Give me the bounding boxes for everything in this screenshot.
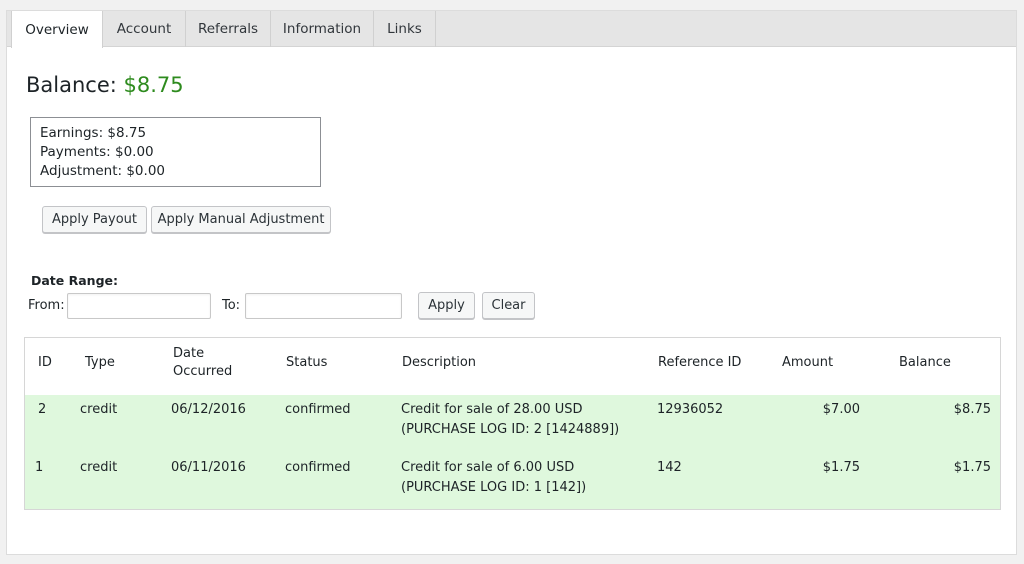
- header-date-occurred: Date Occurred: [173, 345, 232, 381]
- tab-overview[interactable]: Overview: [11, 11, 103, 48]
- tab-account[interactable]: Account: [103, 11, 186, 47]
- row-description-line1: Credit for sale of 28.00 USD: [401, 402, 583, 417]
- from-date-input[interactable]: [67, 293, 211, 319]
- row-type: credit: [80, 402, 118, 417]
- table-row: 2 credit 06/12/2016 confirmed Credit for…: [25, 395, 1000, 453]
- row-date: 06/11/2016: [171, 460, 246, 475]
- affiliate-panel: Overview Account Referrals Information L…: [6, 10, 1017, 555]
- row-description-line2: (PURCHASE LOG ID: 1 [142]): [401, 480, 587, 495]
- apply-payout-button[interactable]: Apply Payout: [42, 206, 147, 233]
- header-balance: Balance: [899, 355, 951, 370]
- row-description: Credit for sale of 6.00 USD (PURCHASE LO…: [401, 458, 586, 498]
- date-range-title: Date Range:: [31, 273, 118, 288]
- row-date: 06/12/2016: [171, 402, 246, 417]
- tab-links[interactable]: Links: [374, 11, 436, 47]
- to-label: To:: [222, 298, 241, 313]
- earnings-line: Earnings: $8.75: [40, 125, 147, 141]
- header-id: ID: [38, 355, 52, 370]
- table-header: ID Type Date Occurred Status Description…: [25, 338, 1000, 396]
- row-amount: $1.75: [822, 460, 860, 475]
- header-description: Description: [402, 355, 477, 370]
- from-label: From:: [28, 298, 65, 313]
- row-status: confirmed: [285, 402, 351, 417]
- clear-date-range-button[interactable]: Clear: [482, 292, 535, 319]
- tab-information[interactable]: Information: [271, 11, 374, 47]
- row-id: 2: [38, 402, 47, 417]
- payments-line: Payments: $0.00: [40, 144, 154, 160]
- row-status: confirmed: [285, 460, 351, 475]
- row-description: Credit for sale of 28.00 USD (PURCHASE L…: [401, 400, 619, 440]
- row-description-line2: (PURCHASE LOG ID: 2 [1424889]): [401, 422, 620, 437]
- apply-manual-adjustment-button[interactable]: Apply Manual Adjustment: [151, 206, 331, 233]
- row-reference-id: 142: [657, 460, 682, 475]
- apply-date-range-button[interactable]: Apply: [418, 292, 475, 319]
- adjustment-line: Adjustment: $0.00: [40, 163, 165, 179]
- header-date-line2: Occurred: [173, 364, 233, 379]
- header-reference-id: Reference ID: [658, 355, 742, 370]
- row-type: credit: [80, 460, 118, 475]
- row-amount: $7.00: [822, 402, 860, 417]
- tab-bar: Overview Account Referrals Information L…: [7, 11, 1016, 48]
- transactions-table: ID Type Date Occurred Status Description…: [24, 337, 1001, 510]
- header-type: Type: [85, 355, 115, 370]
- balance-heading: Balance: $8.75: [26, 73, 184, 97]
- row-balance: $8.75: [953, 402, 991, 417]
- tab-referrals[interactable]: Referrals: [186, 11, 271, 47]
- balance-summary-box: Earnings: $8.75 Payments: $0.00 Adjustme…: [30, 117, 321, 187]
- row-balance: $1.75: [953, 460, 991, 475]
- header-date-line1: Date: [173, 346, 205, 361]
- header-status: Status: [286, 355, 328, 370]
- balance-amount: $8.75: [123, 73, 184, 97]
- row-id: 1: [35, 460, 44, 475]
- to-date-input[interactable]: [245, 293, 402, 319]
- row-description-line1: Credit for sale of 6.00 USD: [401, 460, 575, 475]
- row-reference-id: 12936052: [657, 402, 724, 417]
- table-row: 1 credit 06/11/2016 confirmed Credit for…: [25, 453, 1000, 509]
- balance-label: Balance:: [26, 73, 117, 97]
- header-amount: Amount: [782, 355, 834, 370]
